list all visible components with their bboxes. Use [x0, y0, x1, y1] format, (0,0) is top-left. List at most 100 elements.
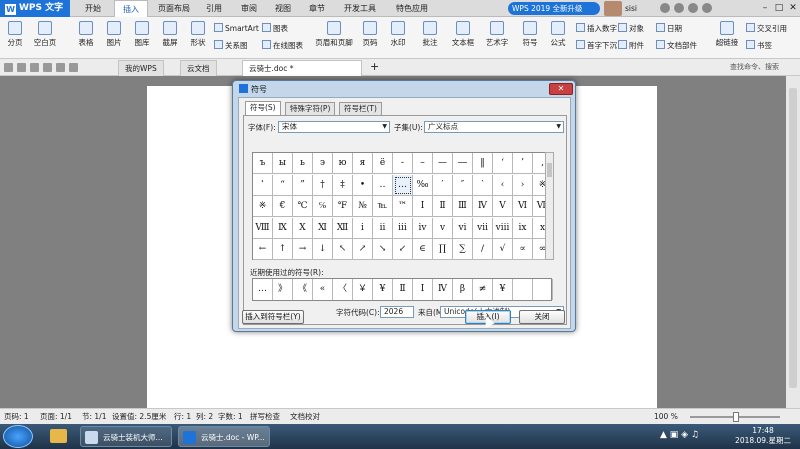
symbol-cell[interactable]: ю — [333, 153, 353, 174]
symbol-cell[interactable]: † — [313, 174, 333, 196]
tab-developer[interactable]: 开发工具 — [338, 0, 382, 17]
symbol-cell[interactable]: … — [393, 174, 413, 196]
shape-button[interactable]: 形状 — [186, 21, 210, 48]
spellcheck-toggle[interactable]: 拼写检查 — [250, 409, 280, 424]
symbol-cell[interactable]: € — [273, 196, 293, 217]
insert-number-button[interactable]: 插入数字 — [576, 23, 617, 34]
dialog-close-icon[interactable]: ✕ — [549, 83, 573, 95]
scrollbar-thumb[interactable] — [547, 163, 552, 177]
symbol-cell[interactable]: ⅲ — [393, 217, 413, 239]
symbol-cell[interactable]: ℉ — [333, 196, 353, 217]
tab-symbol-bar[interactable]: 符号栏(T) — [339, 102, 382, 115]
blank-page-button[interactable]: 空白页 — [30, 21, 60, 48]
symbol-cell[interactable]: ↖ — [333, 239, 353, 260]
recent-symbol-cell[interactable]: « — [313, 279, 333, 300]
recent-symbol-cell[interactable]: Ⅳ — [433, 279, 453, 300]
symbol-cell[interactable]: ↓ — [313, 239, 333, 260]
symbol-cell[interactable]: Ⅸ — [273, 217, 293, 239]
recent-symbol-cell[interactable]: … — [253, 279, 273, 300]
attachment-button[interactable]: 附件 — [618, 40, 644, 51]
symbol-grid-scrollbar[interactable] — [545, 152, 554, 260]
subset-select[interactable]: 广义标点 ▼ — [424, 121, 564, 133]
symbol-cell[interactable]: ↑ — [273, 239, 293, 260]
tab-references[interactable]: 引用 — [200, 0, 228, 17]
tab-chapter[interactable]: 章节 — [302, 0, 332, 17]
symbol-cell[interactable]: ™ — [393, 196, 413, 217]
undo-icon[interactable] — [56, 63, 65, 72]
symbol-cell[interactable]: Ⅱ — [433, 196, 453, 217]
close-icon[interactable]: ✕ — [786, 0, 800, 17]
tab-review[interactable]: 审阅 — [234, 0, 264, 17]
symbol-cell[interactable]: Ⅷ — [253, 217, 273, 239]
symbol-cell[interactable]: № — [353, 196, 373, 217]
explorer-button[interactable] — [42, 426, 74, 447]
symbol-cell[interactable]: √ — [493, 239, 513, 260]
symbol-cell[interactable]: ⅸ — [513, 217, 533, 239]
wordart-button[interactable]: 艺术字 — [482, 21, 512, 48]
recent-symbol-cell[interactable]: 《 — [293, 279, 313, 300]
print-preview-icon[interactable] — [43, 63, 52, 72]
symbol-cell[interactable]: • — [353, 174, 373, 196]
symbol-cell[interactable]: ‵ — [473, 174, 493, 196]
symbol-cell[interactable]: ※ — [253, 196, 273, 217]
taskbar-item-wps[interactable]: 云骑士.doc - WP... — [178, 426, 270, 447]
tab-cloud-docs[interactable]: 云文档 — [180, 60, 217, 76]
symbol-cell[interactable]: – — [413, 153, 433, 174]
symbol-cell[interactable]: ь — [293, 153, 313, 174]
symbol-cell[interactable]: я — [353, 153, 373, 174]
tab-my-wps[interactable]: 我的WPS — [118, 60, 164, 76]
tab-current-document[interactable]: 云骑士.doc * — [242, 60, 362, 76]
font-select[interactable]: 宋体 ▼ — [278, 121, 390, 133]
doc-parts-button[interactable]: 文档部件 — [656, 40, 697, 51]
header-footer-button[interactable]: 页眉和页脚 — [314, 21, 354, 48]
command-search-input[interactable]: 查找命令、搜索 — [730, 61, 796, 74]
object-button[interactable]: 对象 — [618, 23, 644, 34]
gallery-button[interactable]: 图库 — [130, 21, 154, 48]
symbol-cell[interactable]: ← — [253, 239, 273, 260]
symbol-cell[interactable]: Ⅻ — [333, 217, 353, 239]
taskbar-item-installer[interactable]: 云骑士装机大师... — [80, 426, 172, 447]
symbol-cell[interactable]: ⅳ — [413, 217, 433, 239]
help-icon[interactable] — [702, 3, 712, 13]
recent-symbol-cell[interactable] — [513, 279, 533, 300]
recent-symbol-cell[interactable]: Ⅱ — [393, 279, 413, 300]
symbol-cell[interactable]: ∕ — [473, 239, 493, 260]
scrollbar-thumb[interactable] — [789, 88, 797, 388]
new-tab-icon[interactable]: + — [370, 60, 379, 73]
recent-symbol-cell[interactable]: β — [453, 279, 473, 300]
symbol-cell[interactable]: → — [293, 239, 313, 260]
share-icon[interactable] — [688, 3, 698, 13]
symbol-cell[interactable]: ‥ — [373, 174, 393, 196]
recent-symbol-cell[interactable]: ¥ — [493, 279, 513, 300]
textbox-button[interactable]: 文本框 — [448, 21, 478, 48]
symbol-cell[interactable]: ℅ — [313, 196, 333, 217]
save-icon[interactable] — [17, 63, 26, 72]
symbol-cell[interactable]: ‘ — [493, 153, 513, 174]
settings-icon[interactable] — [674, 3, 684, 13]
symbol-cell[interactable]: ∈ — [413, 239, 433, 260]
doc-proof-toggle[interactable]: 文档校对 — [290, 409, 320, 424]
symbol-cell[interactable]: Ⅰ — [413, 196, 433, 217]
recent-symbol-cell[interactable]: 》 — [273, 279, 293, 300]
symbol-cell[interactable]: ё — [373, 153, 393, 174]
symbol-cell[interactable]: Ⅺ — [313, 217, 333, 239]
symbol-cell[interactable]: ℡ — [373, 196, 393, 217]
tab-page-layout[interactable]: 页面布局 — [152, 0, 196, 17]
symbol-cell[interactable]: ы — [273, 153, 293, 174]
symbol-cell[interactable]: ↗ — [353, 239, 373, 260]
symbol-cell[interactable]: ⅴ — [433, 217, 453, 239]
username[interactable]: sisi — [625, 0, 637, 17]
symbol-cell[interactable]: ‰ — [413, 174, 433, 196]
symbol-cell[interactable]: ∝ — [513, 239, 533, 260]
table-button[interactable]: 表格 — [74, 21, 98, 48]
relation-chart-button[interactable]: 关系图 — [214, 40, 248, 51]
bookmark-button[interactable]: 书签 — [746, 40, 772, 51]
symbol-cell[interactable]: ↘ — [373, 239, 393, 260]
symbol-cell[interactable]: ⅷ — [493, 217, 513, 239]
symbol-cell[interactable]: ‐ — [393, 153, 413, 174]
symbol-cell[interactable]: ‖ — [473, 153, 493, 174]
symbol-cell[interactable]: Ⅴ — [493, 196, 513, 217]
vertical-scrollbar[interactable] — [786, 76, 800, 408]
page-break-button[interactable]: 分页 — [4, 21, 26, 48]
symbol-cell[interactable]: ― — [453, 153, 473, 174]
